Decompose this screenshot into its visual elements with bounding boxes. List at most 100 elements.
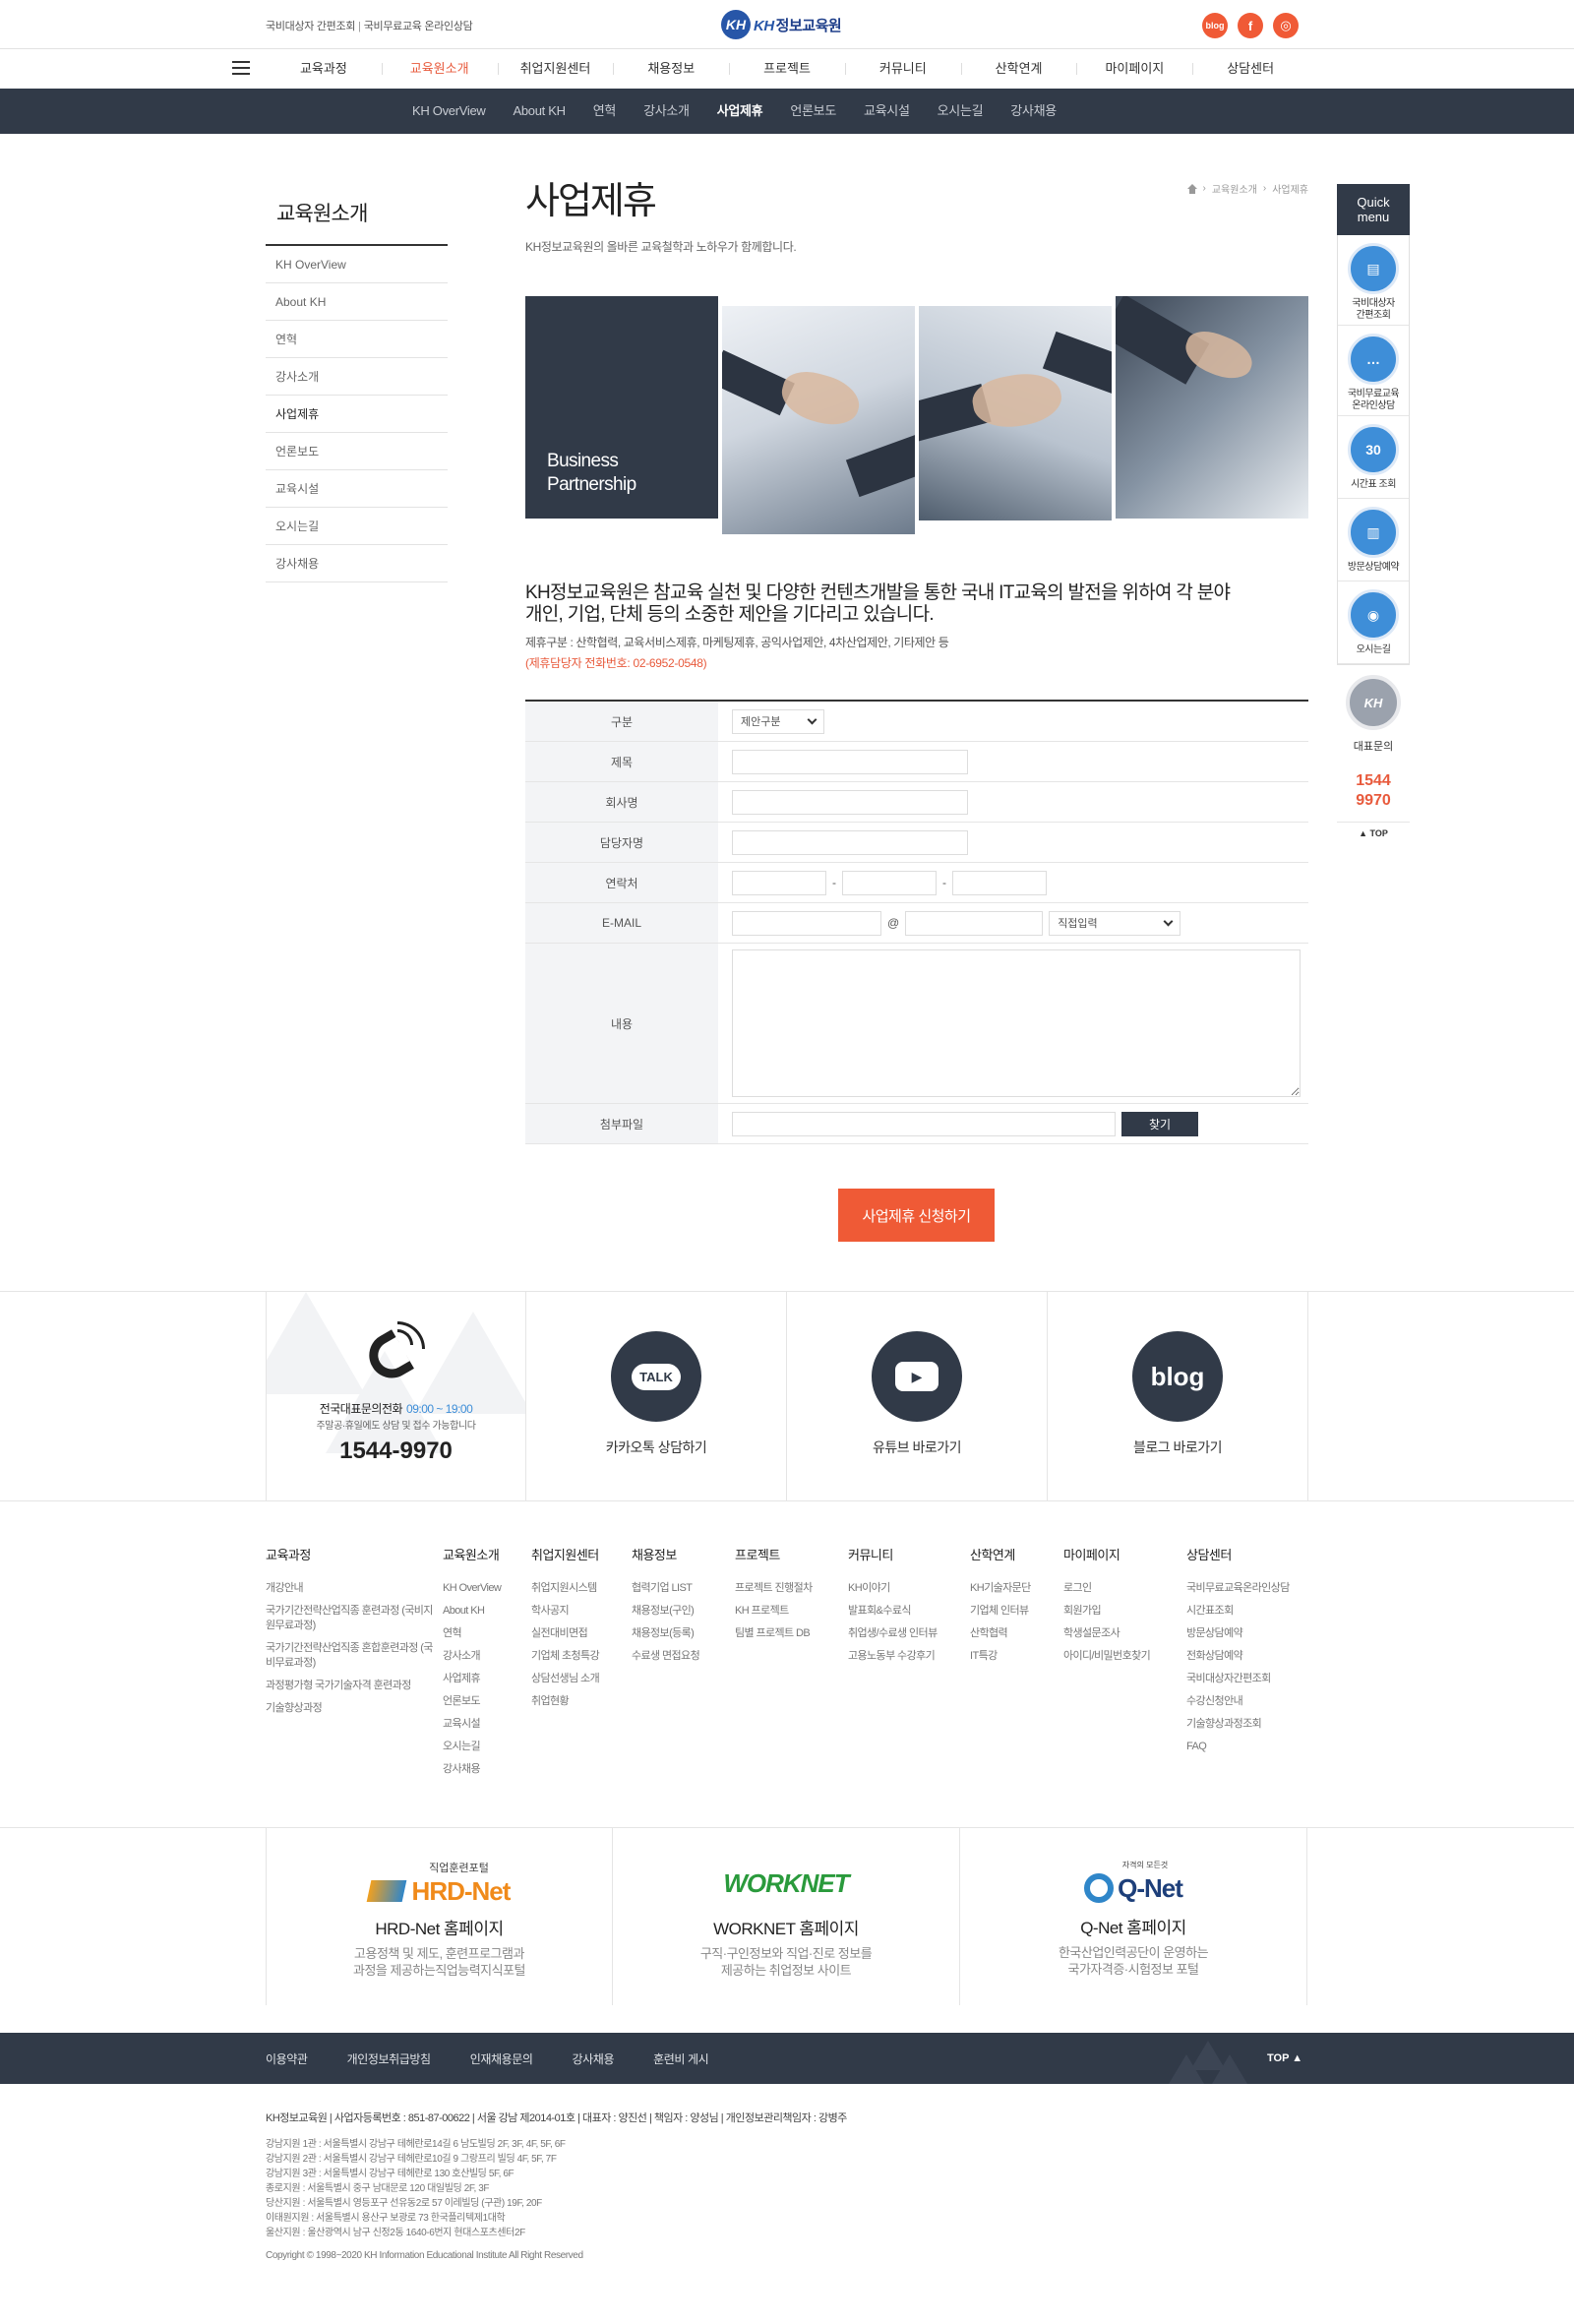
youtube-cell[interactable]: ▶ 유튜브 바로가기 xyxy=(787,1292,1048,1500)
side-menu-item[interactable]: 강사소개 xyxy=(266,358,448,396)
footer-link[interactable]: 이용약관 xyxy=(266,2050,308,2067)
quick-top-button[interactable]: ▲ TOP xyxy=(1337,828,1410,838)
facebook-icon[interactable]: f xyxy=(1238,13,1263,38)
sitemap-link[interactable]: 언론보도 xyxy=(443,1694,501,1709)
quick-item-directions[interactable]: ◉ 오시는길 xyxy=(1338,581,1409,664)
sitemap-link[interactable]: 방문상담예약 xyxy=(1186,1626,1290,1641)
sitemap-link[interactable]: 국비대상자간편조회 xyxy=(1186,1672,1290,1686)
file-path-input[interactable] xyxy=(732,1111,1116,1136)
sitemap-link[interactable]: 기업체 인터뷰 xyxy=(970,1604,1031,1619)
breadcrumb-item[interactable]: 사업제휴 xyxy=(1272,181,1308,196)
sitemap-title[interactable]: 마이페이지 xyxy=(1063,1545,1150,1563)
sitemap-link[interactable]: 전화상담예약 xyxy=(1186,1649,1290,1664)
sitemap-link[interactable]: 실전대비면접 xyxy=(531,1626,599,1641)
sub-nav-item[interactable]: 강사소개 xyxy=(630,89,703,134)
hrdnet-link[interactable]: 직업훈련포털 HRD-Net HRD-Net 홈페이지 고용정책 및 제도, 훈… xyxy=(266,1828,613,2005)
main-nav-item[interactable]: 채용정보 xyxy=(613,49,729,89)
quick-item-timetable[interactable]: 30 시간표 조회 xyxy=(1338,416,1409,499)
sitemap-link[interactable]: 교육시설 xyxy=(443,1717,501,1732)
side-menu-item[interactable]: KH OverView xyxy=(266,246,448,283)
email-id-input[interactable] xyxy=(732,910,881,936)
submit-button[interactable]: 사업제휴 신청하기 xyxy=(838,1189,995,1242)
side-menu-item[interactable]: 연혁 xyxy=(266,321,448,358)
footer-link[interactable]: 개인정보취급방침 xyxy=(347,2050,432,2067)
sitemap-title[interactable]: 상담센터 xyxy=(1186,1545,1290,1563)
sitemap-link[interactable]: 연혁 xyxy=(443,1626,501,1641)
phone-last-input[interactable] xyxy=(952,870,1047,895)
quick-item-consult[interactable]: … 국비무료교육 온라인상담 xyxy=(1338,326,1409,416)
sitemap-link[interactable]: 강사소개 xyxy=(443,1649,501,1664)
sitemap-link[interactable]: KH 프로젝트 xyxy=(735,1604,813,1619)
email-domain-select[interactable]: 직접입력 xyxy=(1049,910,1181,936)
sitemap-link[interactable]: 협력기업 LIST xyxy=(632,1581,699,1596)
sitemap-link[interactable]: 기술향상과정조회 xyxy=(1186,1717,1290,1732)
find-file-button[interactable]: 찾기 xyxy=(1121,1111,1198,1136)
company-input[interactable] xyxy=(732,789,968,815)
sub-nav-item[interactable]: About KH xyxy=(499,89,578,134)
blog-cell[interactable]: blog 블로그 바로가기 xyxy=(1048,1292,1308,1500)
side-menu-item[interactable]: 언론보도 xyxy=(266,433,448,470)
kakaotalk-cell[interactable]: TALK 카카오톡 상담하기 xyxy=(526,1292,787,1500)
subject-input[interactable] xyxy=(732,749,968,774)
qnet-link[interactable]: 자격의 모든것 Q-Net Q-Net 홈페이지 한국산업인력공단이 운영하는 국… xyxy=(960,1828,1307,2005)
sitemap-link[interactable]: 국비무료교육온라인상담 xyxy=(1186,1581,1290,1596)
quick-item-eligibility[interactable]: ▤ 국비대상자 간편조회 xyxy=(1338,235,1409,326)
home-icon[interactable] xyxy=(1186,183,1197,194)
worknet-link[interactable]: WORKNET WORKNET 홈페이지 구직·구인정보와 직업·진로 정보를 제… xyxy=(613,1828,960,2005)
menu-icon[interactable] xyxy=(232,61,250,75)
sitemap-title[interactable]: 교육원소개 xyxy=(443,1545,501,1563)
sitemap-link[interactable]: 취업현황 xyxy=(531,1694,599,1709)
phone-first-input[interactable] xyxy=(732,870,826,895)
sitemap-link[interactable]: 프로젝트 진행절차 xyxy=(735,1581,813,1596)
sitemap-link[interactable]: 국가기간전략산업직종 훈련과정 (국비지원무료과정) xyxy=(266,1604,441,1633)
sitemap-link[interactable]: 국가기간전략산업직종 혼합훈련과정 (국비무료과정) xyxy=(266,1641,441,1671)
email-domain-input[interactable] xyxy=(905,910,1044,936)
footer-link[interactable]: 강사채용 xyxy=(573,2050,615,2067)
sitemap-title[interactable]: 교육과정 xyxy=(266,1545,441,1563)
top-link-consult[interactable]: 국비무료교육 온라인상담 xyxy=(364,21,473,32)
manager-input[interactable] xyxy=(732,829,968,855)
blog-icon[interactable]: blog xyxy=(1202,13,1228,38)
sitemap-link[interactable]: About KH xyxy=(443,1604,501,1619)
main-nav-item[interactable]: 취업지원센터 xyxy=(497,49,614,89)
sub-nav-item[interactable]: 언론보도 xyxy=(776,89,850,134)
sitemap-title[interactable]: 채용정보 xyxy=(632,1545,699,1563)
sitemap-title[interactable]: 취업지원센터 xyxy=(531,1545,599,1563)
sitemap-link[interactable]: 발표회&수료식 xyxy=(848,1604,938,1619)
sitemap-link[interactable]: FAQ xyxy=(1186,1740,1290,1754)
sitemap-link[interactable]: 학생설문조사 xyxy=(1063,1626,1150,1641)
sub-nav-item[interactable]: 연혁 xyxy=(579,89,630,134)
sub-nav-item[interactable]: 강사채용 xyxy=(997,89,1070,134)
sitemap-link[interactable]: 개강안내 xyxy=(266,1581,441,1596)
sitemap-link[interactable]: 팀별 프로젝트 DB xyxy=(735,1626,813,1641)
side-menu-item[interactable]: About KH xyxy=(266,283,448,321)
sitemap-link[interactable]: 기술향상과정 xyxy=(266,1701,441,1716)
side-menu-item[interactable]: 오시는길 xyxy=(266,508,448,545)
sitemap-link[interactable]: 산학협력 xyxy=(970,1626,1031,1641)
footer-link[interactable]: 인재채용문의 xyxy=(470,2050,533,2067)
sitemap-link[interactable]: 취업생/수료생 인터뷰 xyxy=(848,1626,938,1641)
footer-top-button[interactable]: TOP ▲ xyxy=(1267,2033,1302,2084)
body-textarea[interactable] xyxy=(732,949,1301,1097)
footer-link[interactable]: 훈련비 게시 xyxy=(653,2050,709,2067)
side-menu-item[interactable]: 교육시설 xyxy=(266,470,448,508)
sitemap-link[interactable]: 로그인 xyxy=(1063,1581,1150,1596)
sitemap-link[interactable]: 수료생 면접요청 xyxy=(632,1649,700,1664)
quick-item-visit[interactable]: ▥ 방문상담예약 xyxy=(1338,499,1409,581)
sitemap-link[interactable]: 오시는길 xyxy=(443,1740,501,1754)
sub-nav-item[interactable]: 교육시설 xyxy=(850,89,924,134)
sitemap-link[interactable]: 학사공지 xyxy=(531,1604,599,1619)
top-link-eligibility[interactable]: 국비대상자 간편조회 xyxy=(266,21,355,32)
sitemap-link[interactable]: 시간표조회 xyxy=(1186,1604,1290,1619)
side-menu-item[interactable]: 사업제휴 xyxy=(266,396,448,433)
sitemap-link[interactable]: 회원가입 xyxy=(1063,1604,1150,1619)
sitemap-link[interactable]: 채용정보(등록) xyxy=(632,1626,699,1641)
main-nav-item[interactable]: 산학연계 xyxy=(960,49,1077,89)
sub-nav-item[interactable]: KH OverView xyxy=(398,89,499,134)
sitemap-link[interactable]: 상담선생님 소개 xyxy=(531,1672,600,1686)
sitemap-link[interactable]: 강사채용 xyxy=(443,1762,501,1777)
main-nav-item[interactable]: 마이페이지 xyxy=(1076,49,1192,89)
breadcrumb-item[interactable]: 교육원소개 xyxy=(1212,181,1257,196)
main-nav-item[interactable]: 프로젝트 xyxy=(729,49,845,89)
phone-middle-input[interactable] xyxy=(842,870,937,895)
